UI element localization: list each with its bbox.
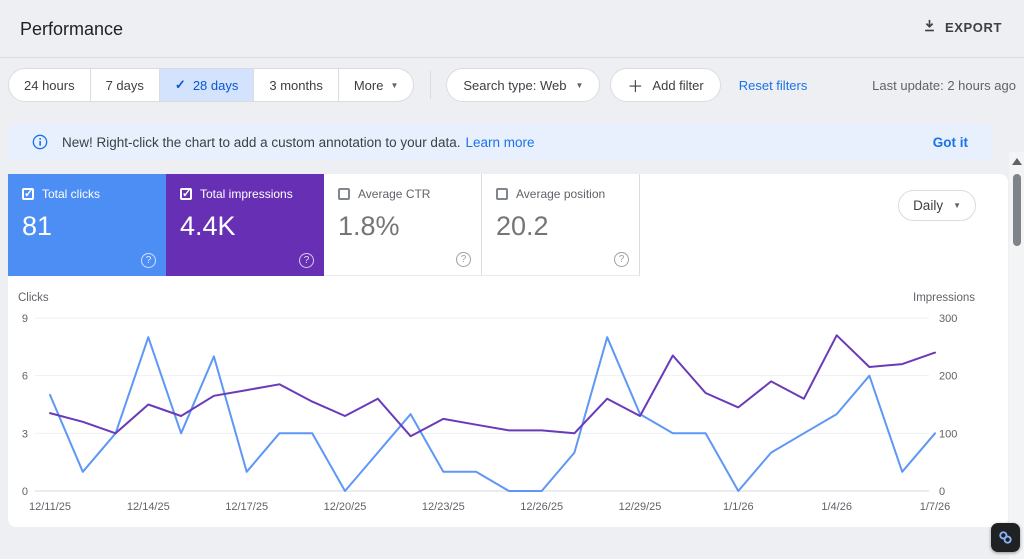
tile-total-clicks[interactable]: Total clicks 81 ? [8,174,166,276]
search-type-label: Search type: Web [463,77,567,93]
filter-toolbar: 24 hours 7 days ✓ 28 days 3 months More … [8,68,1016,102]
svg-text:12/11/25: 12/11/25 [29,501,71,513]
range-label: 24 hours [24,77,75,93]
tile-average-ctr[interactable]: Average CTR 1.8% ? [324,174,482,276]
tile-label: Average position [516,187,606,201]
range-24-hours-button[interactable]: 24 hours [8,68,91,102]
tile-value: 20.2 [496,211,549,241]
tile-label: Average CTR [358,187,431,201]
link-icon [997,529,1014,546]
export-label: EXPORT [944,19,1002,35]
svg-text:300: 300 [939,313,957,325]
svg-text:Impressions: Impressions [913,292,975,304]
info-icon [32,134,48,150]
chevron-down-icon: ▼ [575,80,584,90]
checkbox-checked-icon[interactable] [180,187,192,200]
svg-text:12/26/25: 12/26/25 [520,501,563,513]
range-28-days-button[interactable]: ✓ 28 days [159,68,255,102]
add-filter-button[interactable]: ＋ Add filter [610,68,721,102]
svg-text:Clicks: Clicks [18,292,49,304]
page-title: Performance [20,19,124,39]
chevron-down-icon: ▼ [953,201,961,210]
tile-value: 1.8% [338,211,400,241]
svg-text:12/29/25: 12/29/25 [619,501,662,513]
help-icon[interactable]: ? [456,252,471,267]
checkmark-icon: ✓ [174,77,186,92]
granularity-label: Daily [913,198,944,213]
range-label: 7 days [105,77,144,93]
svg-text:1/1/26: 1/1/26 [723,501,754,513]
range-7-days-button[interactable]: 7 days [90,68,160,102]
svg-text:12/14/25: 12/14/25 [127,501,170,513]
help-icon[interactable]: ? [299,253,314,268]
vertical-scrollbar[interactable] [1009,152,1024,559]
performance-card: Total clicks 81 ? Total impressions 4.4K… [8,174,1008,527]
tile-value: 4.4K [180,211,236,241]
got-it-button[interactable]: Got it [933,135,968,150]
scroll-up-arrow-icon[interactable] [1012,158,1022,165]
toolbar-divider [430,71,432,99]
reset-filters-link[interactable]: Reset filters [739,78,808,93]
scrollbar-thumb[interactable] [1012,174,1021,246]
svg-text:100: 100 [939,428,957,440]
svg-text:9: 9 [22,313,28,325]
svg-text:1/4/26: 1/4/26 [821,501,852,513]
metric-tiles: Total clicks 81 ? Total impressions 4.4K… [8,174,640,276]
tile-label: Total clicks [42,187,101,201]
checkbox-unchecked-icon[interactable] [496,188,508,200]
range-label: 3 months [269,77,323,93]
performance-chart[interactable]: Clicks Impressions 0 0 3 100 6 200 9 300 12/11/25 1… [8,288,1008,526]
svg-text:1/7/26: 1/7/26 [920,501,951,513]
search-type-dropdown[interactable]: Search type: Web ▼ [446,68,601,102]
help-icon[interactable]: ? [141,253,156,268]
svg-text:3: 3 [22,428,28,440]
export-button[interactable]: EXPORT [922,18,1002,36]
svg-text:12/23/25: 12/23/25 [422,501,465,513]
svg-text:0: 0 [22,486,28,498]
checkbox-checked-icon[interactable] [22,187,34,200]
range-label: 28 days [192,77,239,93]
link-overlay-button[interactable] [991,523,1020,552]
range-more-button[interactable]: More ▼ [338,68,415,102]
last-update-text: Last update: 2 hours ago [872,77,1016,93]
plus-icon: ＋ [627,79,644,96]
tile-average-position[interactable]: Average position 20.2 ? [482,174,640,276]
granularity-dropdown[interactable]: Daily ▼ [898,190,976,221]
download-icon [922,18,937,36]
tile-total-impressions[interactable]: Total impressions 4.4K ? [166,174,324,276]
page-header: Performance EXPORT [0,0,1024,58]
svg-text:0: 0 [939,486,945,498]
tile-label: Total impressions [200,187,293,201]
range-label: More [353,77,384,93]
help-icon[interactable]: ? [614,252,629,267]
range-3-months-button[interactable]: 3 months [254,68,339,102]
tile-value: 81 [22,211,53,241]
annotation-banner: New! Right-click the chart to add a cust… [8,124,992,160]
chevron-down-icon: ▼ [390,80,399,90]
date-range-group: 24 hours 7 days ✓ 28 days 3 months More … [8,68,415,102]
svg-text:12/20/25: 12/20/25 [324,501,367,513]
checkbox-unchecked-icon[interactable] [338,188,350,200]
svg-text:12/17/25: 12/17/25 [225,501,268,513]
learn-more-link[interactable]: Learn more [465,135,534,150]
svg-text:6: 6 [22,371,28,383]
svg-text:200: 200 [939,371,957,383]
add-filter-label: Add filter [652,77,704,93]
banner-text: New! Right-click the chart to add a cust… [62,134,461,150]
